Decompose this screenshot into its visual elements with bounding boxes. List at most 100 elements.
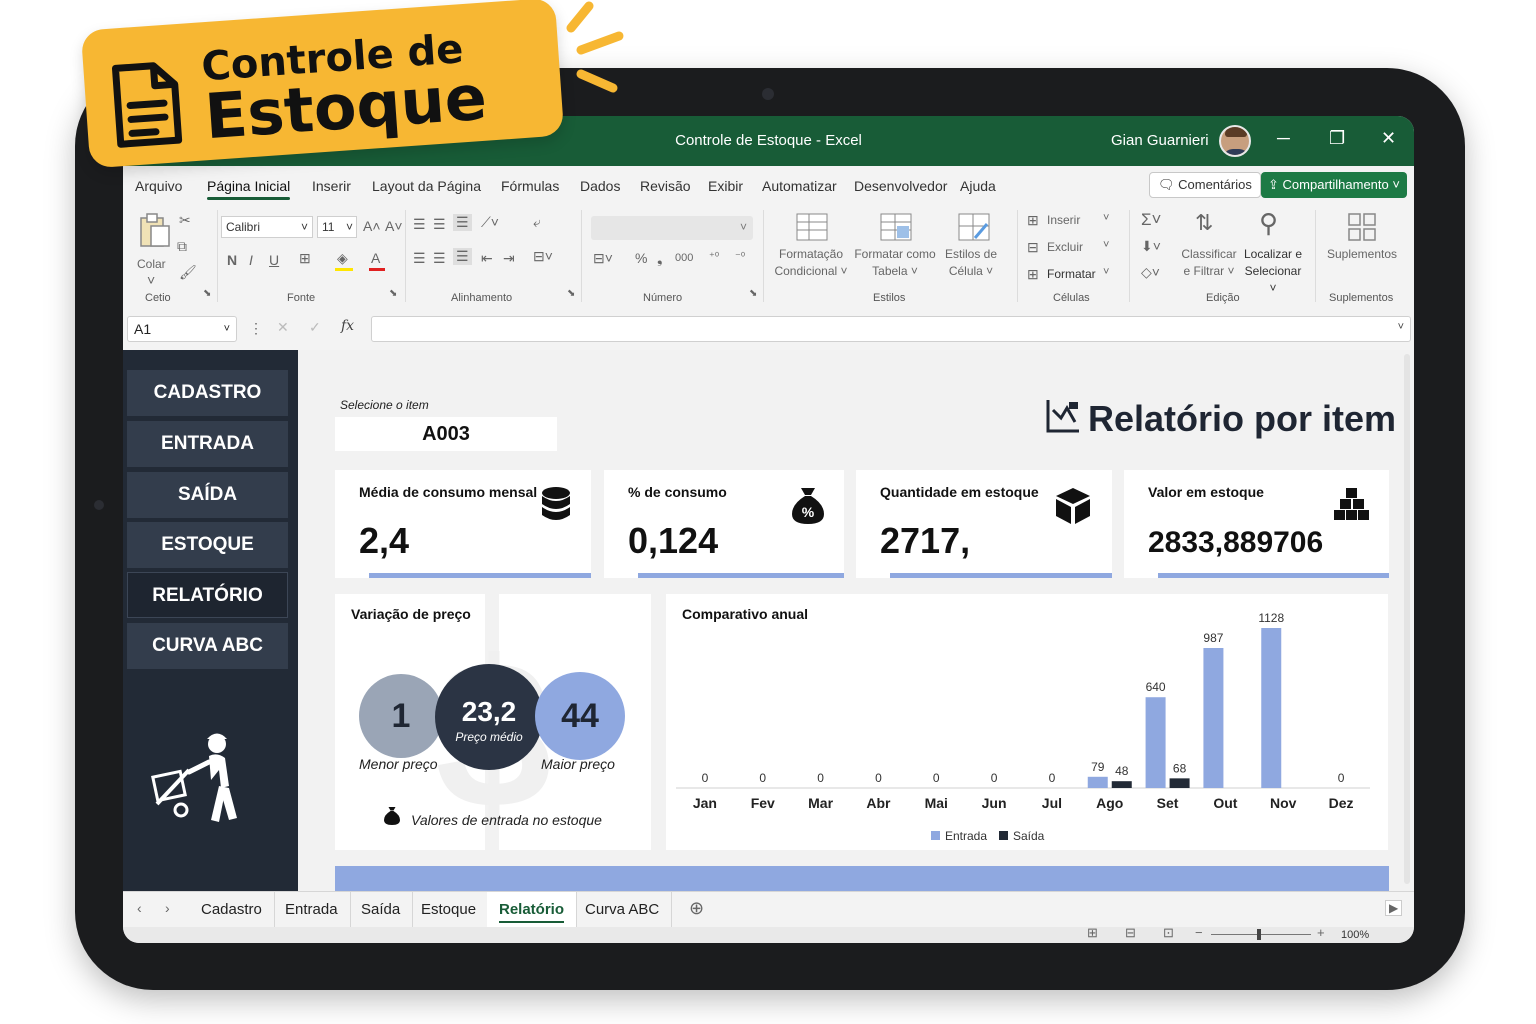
sheet-tab-estoque[interactable]: Estoque <box>409 892 490 928</box>
format-cells-icon[interactable]: ⊞ <box>1027 266 1039 283</box>
paste-icon[interactable] <box>137 212 171 248</box>
sheet-tab-saida[interactable]: Saída <box>349 892 414 928</box>
sort-filter-label[interactable]: Classificar e Filtrar ˅ <box>1177 246 1241 280</box>
insert-cells-icon[interactable]: ⊞ <box>1027 212 1039 229</box>
comments-button[interactable]: 🗨 Comentários <box>1149 172 1261 198</box>
chevron-left-icon[interactable]: ‹ <box>137 900 142 916</box>
shrink-font-icon[interactable]: A˅ <box>385 218 403 234</box>
share-button[interactable]: ⇪ Compartilhamento ˅ <box>1261 172 1407 198</box>
bold-button[interactable]: N <box>227 252 237 268</box>
paste-label[interactable]: Colar <box>137 256 166 273</box>
align-center-icon[interactable]: ☰ <box>433 250 446 267</box>
dialog-launcher-icon[interactable]: ⬊ <box>749 288 757 299</box>
search-icon[interactable]: ⚲ <box>1259 208 1278 239</box>
nav-curva-abc-button[interactable]: CURVA ABC <box>127 623 288 669</box>
sheet-tab-entrada[interactable]: Entrada <box>273 892 351 928</box>
dialog-launcher-icon[interactable]: ⬊ <box>389 288 397 299</box>
comma-style-icon[interactable]: ❟ <box>657 250 663 267</box>
zoom-slider[interactable] <box>1211 934 1311 935</box>
insert-cells-label[interactable]: Inserir <box>1047 212 1080 229</box>
page-layout-view-icon[interactable]: ⊟ <box>1125 925 1136 941</box>
accounting-format-icon[interactable]: ⊟˅ <box>593 250 613 267</box>
tab-formulas[interactable]: Fórmulas <box>501 178 559 194</box>
cell-styles-label[interactable]: Estilos de Célula ˅ <box>939 246 1003 280</box>
chevron-down-icon[interactable]: ˅ <box>1103 239 1109 251</box>
font-name-select[interactable]: Calibri ˅ <box>221 216 313 238</box>
number-format-select[interactable]: ˅ <box>591 216 753 240</box>
chevron-down-icon[interactable]: ˅ <box>1103 212 1109 224</box>
tab-arquivo[interactable]: Arquivo <box>135 178 182 194</box>
tab-inserir[interactable]: Inserir <box>312 178 351 194</box>
align-middle-icon[interactable]: ☰ <box>433 216 446 233</box>
underline-button[interactable]: U <box>269 252 279 268</box>
align-right-icon[interactable]: ☰ <box>453 248 472 265</box>
enter-icon[interactable]: ✓ <box>309 319 321 336</box>
copy-icon[interactable]: ⧉ <box>177 238 187 255</box>
zoom-slider-thumb[interactable] <box>1257 929 1261 940</box>
nav-saida-button[interactable]: SAÍDA <box>127 472 288 518</box>
delete-cells-icon[interactable]: ⊟ <box>1027 239 1039 256</box>
item-select[interactable]: A003 <box>335 417 557 451</box>
normal-view-icon[interactable]: ⊞ <box>1087 925 1098 941</box>
tab-ajuda[interactable]: Ajuda <box>960 178 996 194</box>
merge-center-icon[interactable]: ⊟˅ <box>533 248 553 265</box>
format-table-label[interactable]: Formatar como Tabela ˅ <box>849 246 941 280</box>
zoom-in-icon[interactable]: + <box>1317 925 1325 940</box>
addins-icon[interactable] <box>1347 212 1377 242</box>
align-bottom-icon[interactable]: ☰ <box>453 214 472 231</box>
dialog-launcher-icon[interactable]: ⬊ <box>203 288 211 299</box>
conditional-format-icon[interactable] <box>795 212 829 242</box>
sheet-tab-curva-abc[interactable]: Curva ABC <box>573 892 673 928</box>
clear-icon[interactable]: ◇˅ <box>1141 264 1160 281</box>
nav-cadastro-button[interactable]: CADASTRO <box>127 370 288 416</box>
chevron-down-icon[interactable]: ˅ <box>147 272 155 288</box>
dialog-launcher-icon[interactable]: ⬊ <box>567 288 575 299</box>
tab-dados[interactable]: Dados <box>580 178 620 194</box>
nav-entrada-button[interactable]: ENTRADA <box>127 421 288 467</box>
tab-exibir[interactable]: Exibir <box>708 178 743 194</box>
avatar[interactable] <box>1219 125 1251 157</box>
percent-style-icon[interactable]: % <box>635 250 647 266</box>
format-painter-icon[interactable]: 🖌 <box>179 264 197 281</box>
font-color-icon[interactable]: A <box>371 250 380 266</box>
tab-layout[interactable]: Layout da Página <box>372 178 481 194</box>
grow-font-icon[interactable]: A˄ <box>363 218 381 234</box>
cut-icon[interactable]: ✂ <box>179 212 191 229</box>
format-cells-label[interactable]: Formatar <box>1047 266 1096 283</box>
fill-color-icon[interactable]: ◈ <box>337 250 348 267</box>
sheet-tab-cadastro[interactable]: Cadastro <box>189 892 275 928</box>
zoom-out-icon[interactable]: − <box>1195 925 1203 940</box>
fill-icon[interactable]: ⬇˅ <box>1141 238 1161 255</box>
addins-label[interactable]: Suplementos <box>1325 246 1399 263</box>
thousands-icon[interactable]: 000 <box>675 252 693 264</box>
tab-automatizar[interactable]: Automatizar <box>762 178 837 194</box>
cell-styles-icon[interactable] <box>957 212 991 242</box>
sheet-tab-relatorio[interactable]: Relatório <box>487 892 578 928</box>
align-left-icon[interactable]: ☰ <box>413 250 426 267</box>
nav-relatorio-button[interactable]: RELATÓRIO <box>127 572 288 618</box>
tab-desenvolvedor[interactable]: Desenvolvedor <box>854 178 947 194</box>
add-sheet-icon[interactable]: ⊕ <box>689 898 704 919</box>
orientation-icon[interactable]: ⟋˅ <box>481 214 499 231</box>
cancel-icon[interactable]: ✕ <box>277 319 289 336</box>
vertical-scrollbar[interactable] <box>1404 354 1410 884</box>
find-select-label[interactable]: Localizar e Selecionar ˅ <box>1241 246 1305 297</box>
align-top-icon[interactable]: ☰ <box>413 216 426 233</box>
decrease-decimal-icon[interactable]: ⁻⁰ <box>735 250 745 263</box>
wrap-text-icon[interactable]: ⤶ <box>533 214 541 231</box>
font-size-select[interactable]: 11 ˅ <box>317 216 357 238</box>
restore-button[interactable]: ❐ <box>1329 128 1345 149</box>
nav-estoque-button[interactable]: ESTOQUE <box>127 522 288 568</box>
chevron-down-icon[interactable]: ˅ <box>1103 266 1109 278</box>
decrease-indent-icon[interactable]: ⇤ <box>481 250 493 267</box>
zoom-level[interactable]: 100% <box>1341 929 1369 941</box>
increase-indent-icon[interactable]: ⇥ <box>503 250 515 267</box>
conditional-format-label[interactable]: Formatação Condicional ˅ <box>771 246 851 280</box>
page-break-view-icon[interactable]: ⊡ <box>1163 925 1174 941</box>
format-table-icon[interactable] <box>879 212 913 242</box>
formula-input[interactable]: ˅ <box>371 316 1411 342</box>
minimize-button[interactable]: ─ <box>1277 128 1290 149</box>
tab-revisao[interactable]: Revisão <box>640 178 691 194</box>
user-name[interactable]: Gian Guarnieri <box>1111 132 1209 149</box>
name-box[interactable]: A1 ˅ <box>127 316 237 342</box>
